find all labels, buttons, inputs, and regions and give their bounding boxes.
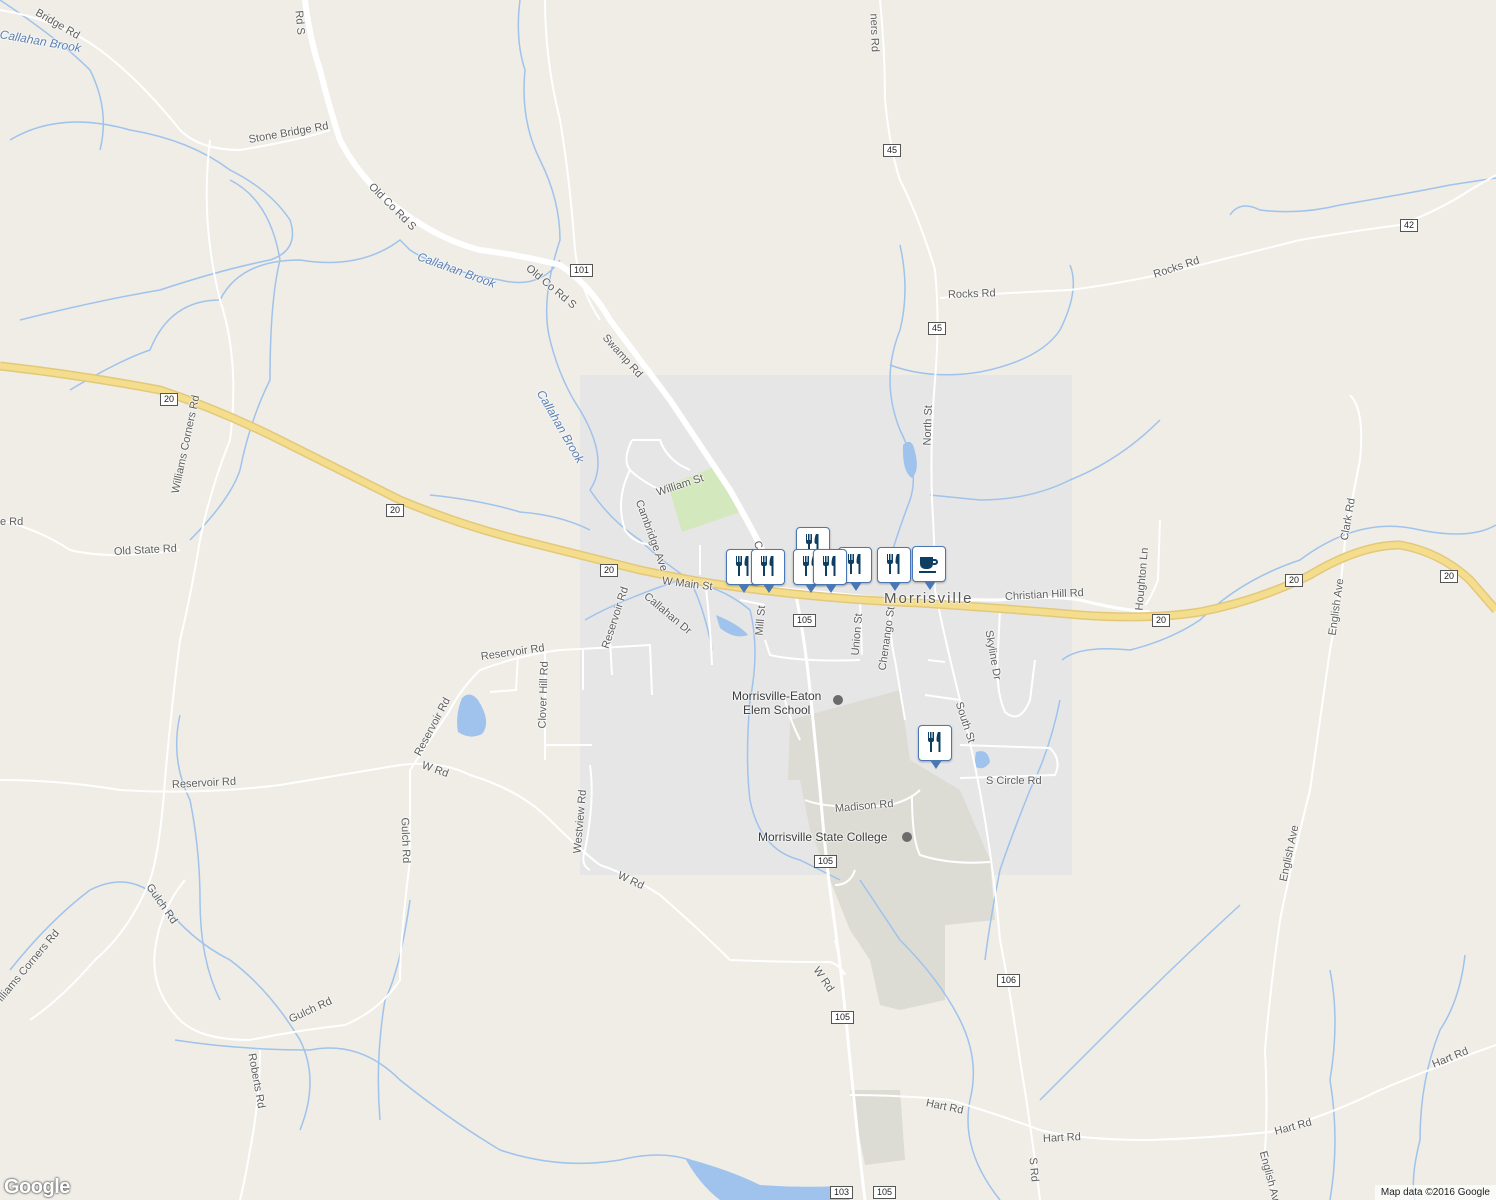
us-route-shield: 20	[160, 393, 179, 406]
restaurant-marker[interactable]	[813, 549, 847, 593]
town-label: Morrisville	[884, 590, 974, 607]
fork-knife-icon	[928, 732, 941, 752]
college-label[interactable]: Morrisville State College	[758, 831, 887, 843]
us-route-shield: 20	[1440, 570, 1459, 583]
restaurant-marker[interactable]	[918, 725, 952, 769]
fork-knife-icon	[887, 554, 900, 574]
state-route-shield: 103	[830, 1186, 854, 1199]
school-label-line2: Elem School	[742, 703, 811, 717]
state-route-shield: 101	[570, 264, 594, 277]
state-route-shield: 105	[873, 1186, 897, 1199]
us-route-shield: 20	[1152, 614, 1171, 627]
state-route-shield: 105	[793, 614, 817, 627]
cafe-marker[interactable]	[912, 546, 946, 590]
state-route-shield: 42	[1400, 219, 1419, 232]
fork-knife-icon	[823, 556, 836, 576]
state-route-shield: 45	[928, 322, 947, 335]
road-label: ners Rd	[867, 13, 881, 53]
us-route-shield: 20	[1285, 574, 1304, 587]
road-label: North St	[921, 404, 935, 446]
school-icon	[833, 695, 843, 705]
state-route-shield: 45	[883, 144, 902, 157]
south-pond	[685, 1158, 850, 1200]
road-label: S Rd	[1026, 1156, 1041, 1183]
coffee-cup-icon	[919, 557, 938, 573]
restaurant-marker[interactable]	[877, 547, 911, 591]
school-label-line1: Morrisville-Eaton	[732, 689, 822, 703]
fork-knife-icon	[761, 556, 774, 576]
state-route-shield: 105	[814, 855, 838, 868]
us-route-shield: 20	[386, 504, 405, 517]
road-label: Clover Hill Rd	[536, 661, 551, 729]
road-label: e Rd	[0, 516, 24, 528]
map-base-layer	[0, 0, 1496, 1200]
state-route-shield: 105	[831, 1011, 855, 1024]
road-label: S Circle Rd	[986, 775, 1042, 787]
road-label: Hart Rd	[1042, 1131, 1082, 1145]
road-label: Rocks Rd	[947, 287, 996, 301]
college-icon	[902, 832, 912, 842]
state-route-shield: 106	[997, 974, 1021, 987]
us-route-shield: 20	[600, 564, 619, 577]
restaurant-marker[interactable]	[751, 549, 785, 593]
road-label: Rd S	[292, 9, 307, 36]
map-canvas[interactable]: Bridge Rd Callahan Brook Rd S Stone Brid…	[0, 0, 1496, 1200]
google-logo[interactable]: Google	[4, 1176, 70, 1199]
map-attribution: Map data ©2016 Google	[1374, 1185, 1496, 1200]
reservoir-pond	[457, 694, 487, 737]
road-label: Gulch Rd	[398, 817, 413, 864]
school-label[interactable]: Morrisville-Eaton Elem School	[732, 689, 821, 717]
